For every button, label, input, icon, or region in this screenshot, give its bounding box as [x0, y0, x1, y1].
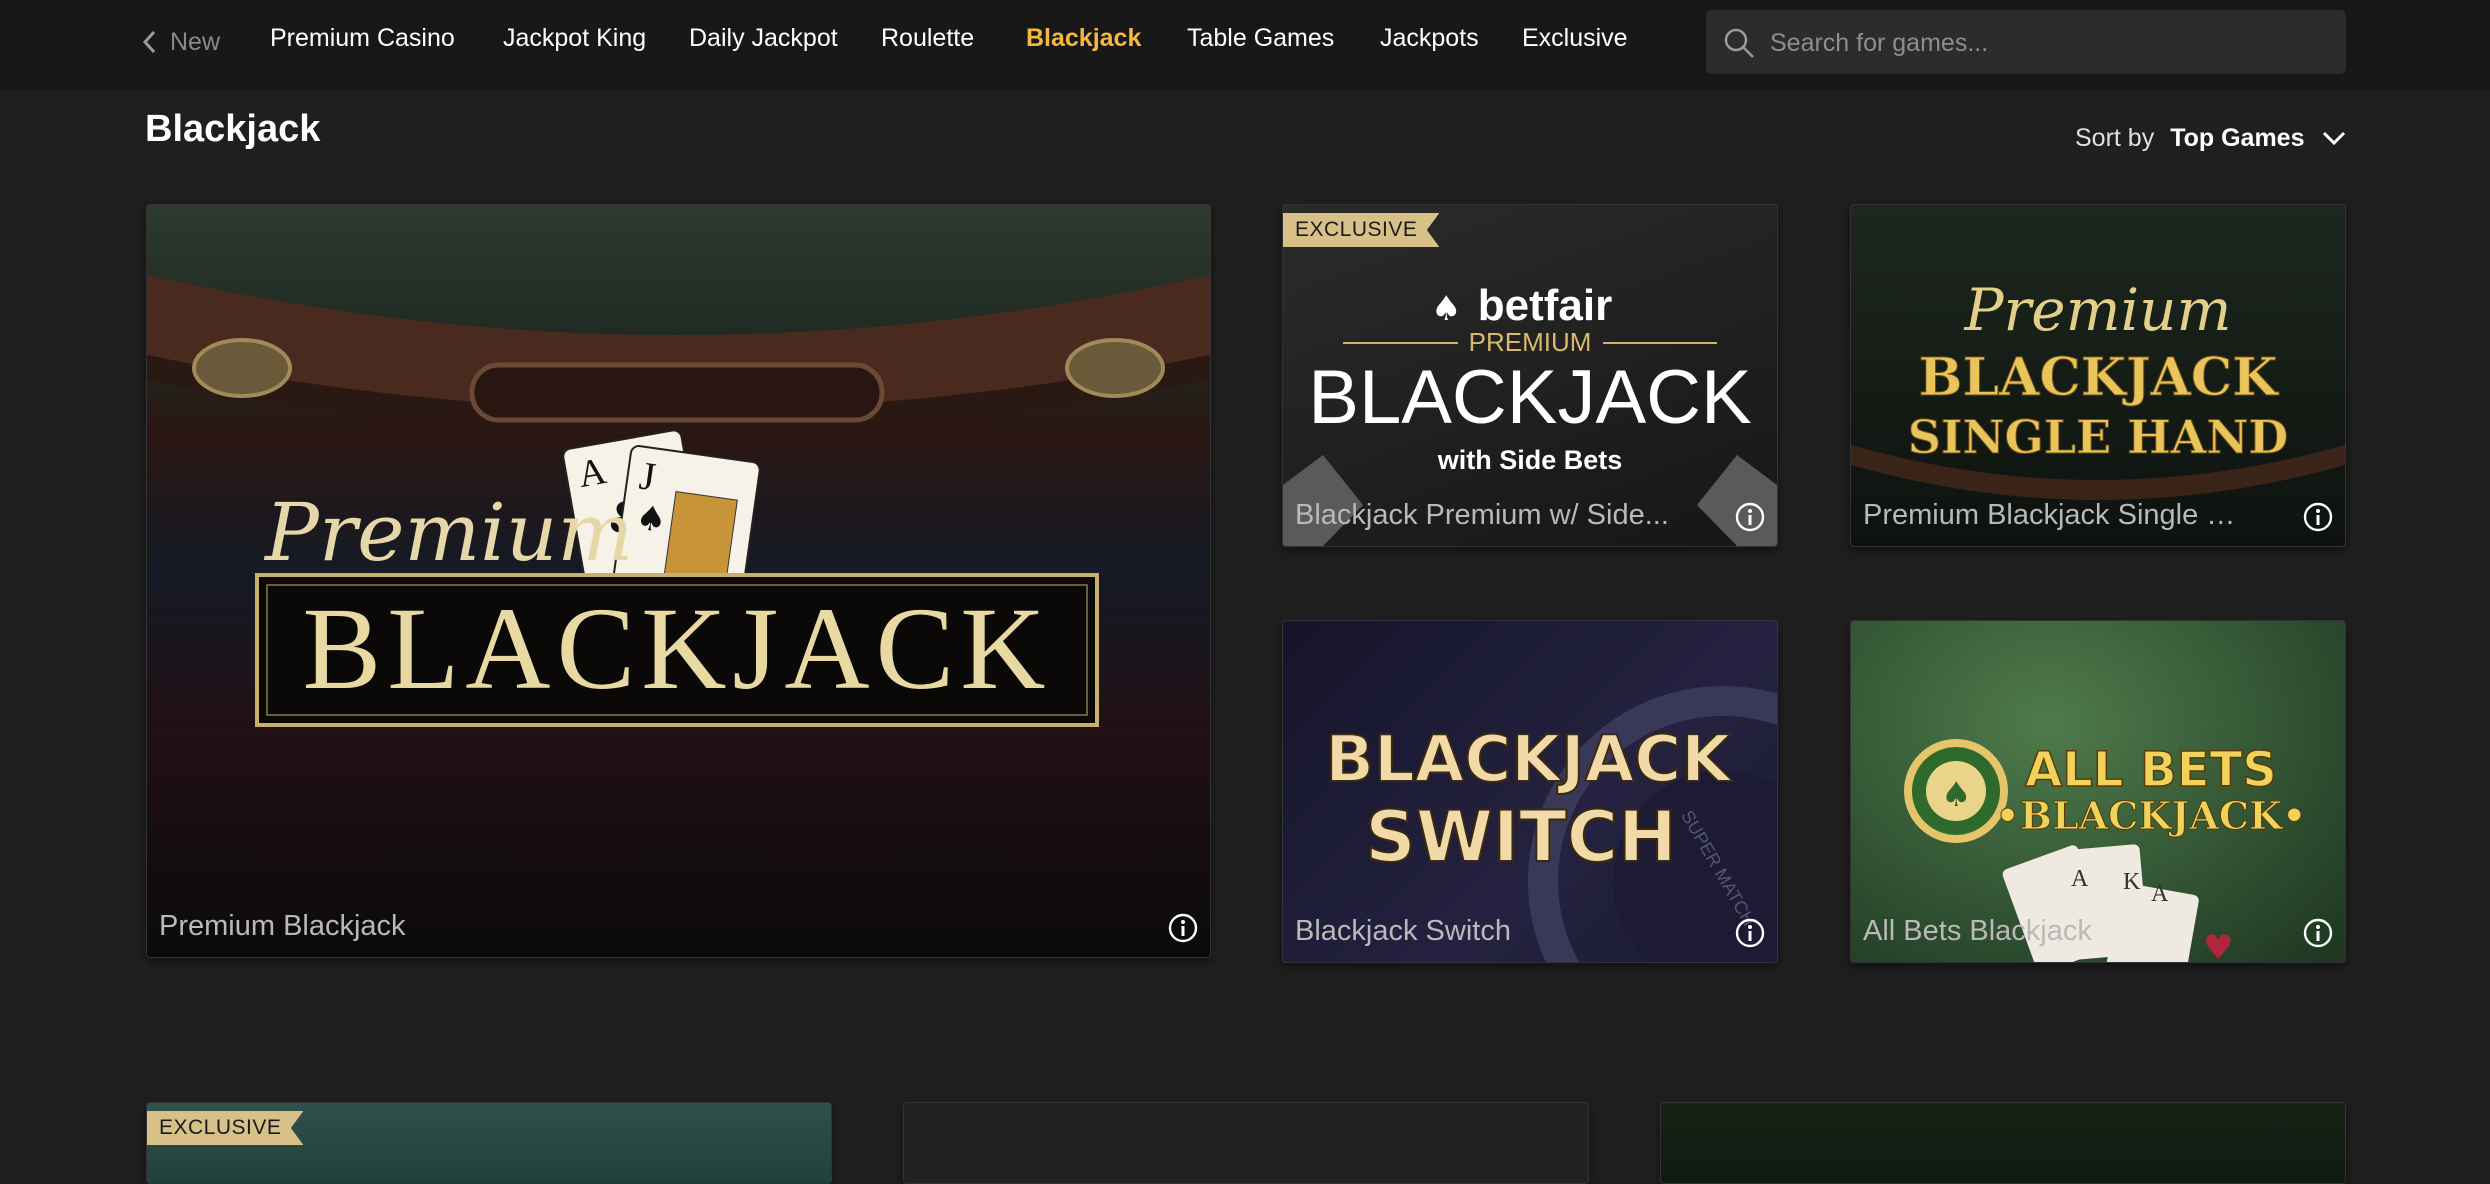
top-nav: New Premium Casino Jackpot King Daily Ja… [0, 0, 2490, 90]
game-artwork: Premium BLACKJACK SINGLE HAND [1851, 276, 2345, 500]
nav-item-blackjack[interactable]: Blackjack [1026, 24, 1141, 53]
chevron-left-icon [142, 30, 156, 54]
nav-item-premium-casino[interactable]: Premium Casino [270, 24, 455, 53]
svg-text:Premium: Premium [1964, 276, 2232, 344]
nav-item-exclusive[interactable]: Exclusive [1522, 24, 1628, 53]
nav-item-roulette[interactable]: Roulette [881, 24, 974, 53]
game-tile-blackjack-switch[interactable]: SUPER MATCH BLACKJACK SWITCH Blackjack S… [1282, 620, 1778, 963]
game-tile-row2-2[interactable] [903, 1102, 1589, 1184]
game-tile-all-bets-blackjack[interactable]: A K A ♥ ♠ ALL BETS •BLACKJACK• All Bets … [1850, 620, 2346, 963]
search-box [1706, 10, 2346, 76]
back-nav-button[interactable]: New [140, 22, 220, 62]
svg-text:♥: ♥ [2203, 928, 2233, 962]
sort-label: Sort by [2075, 123, 2155, 152]
svg-text:SINGLE HAND: SINGLE HAND [1908, 410, 2289, 464]
svg-text:betfair: betfair [1478, 281, 1612, 330]
svg-text:BLACKJACK: BLACKJACK [1325, 723, 1733, 797]
game-tile-premium-blackjack-single-hand[interactable]: Premium BLACKJACK SINGLE HAND Premium Bl… [1850, 204, 2346, 547]
game-tile-premium-blackjack[interactable]: A ♣ J ♠ Premium BLACKJACK Premium Blackj… [146, 204, 1211, 958]
svg-text:•BLACKJACK•: •BLACKJACK• [1996, 793, 2307, 838]
svg-text:♠: ♠ [633, 497, 669, 541]
back-nav-label: New [170, 27, 221, 56]
game-tile-blackjack-premium-side-bets[interactable]: ♠ betfair PREMIUM BLACKJACK with Side Be… [1282, 204, 1778, 547]
game-artwork: SUPER MATCH BLACKJACK SWITCH [1324, 686, 1777, 962]
svg-text:ALL BETS: ALL BETS [2025, 742, 2277, 798]
svg-text:♠: ♠ [1431, 289, 1461, 329]
svg-text:A: A [2151, 881, 2169, 907]
exclusive-badge: EXCLUSIVE [147, 1111, 304, 1145]
svg-text:K: K [2123, 869, 2141, 895]
game-title: Blackjack Premium w/ Side... [1295, 499, 1669, 531]
game-title: All Bets Blackjack [1863, 915, 2092, 947]
nav-item-daily-jackpot[interactable]: Daily Jackpot [689, 24, 838, 53]
svg-text:Premium: Premium [263, 486, 633, 579]
game-artwork: ♠ betfair PREMIUM BLACKJACK with Side Be… [1283, 281, 1777, 546]
game-artwork: A K A ♥ ♠ ALL BETS •BLACKJACK• [1904, 739, 2307, 962]
game-title: Premium Blackjack [159, 910, 406, 942]
svg-text:♠: ♠ [1941, 775, 1971, 815]
game-title: Blackjack Switch [1295, 915, 1511, 947]
svg-text:BLACKJACK: BLACKJACK [303, 583, 1052, 714]
svg-text:BLACKJACK: BLACKJACK [1308, 355, 1752, 440]
game-artwork: A ♣ J ♠ Premium BLACKJACK [147, 275, 1210, 727]
sort-dropdown[interactable]: Sort by Top Games [2075, 118, 2347, 158]
info-icon[interactable] [1735, 502, 1765, 532]
nav-item-jackpot-king[interactable]: Jackpot King [503, 24, 646, 53]
info-icon[interactable] [1168, 913, 1198, 943]
svg-text:PREMIUM: PREMIUM [1469, 327, 1592, 357]
svg-text:SWITCH: SWITCH [1365, 796, 1676, 878]
nav-item-jackpots[interactable]: Jackpots [1380, 24, 1479, 53]
info-icon[interactable] [1735, 918, 1765, 948]
svg-text:with Side Bets: with Side Bets [1437, 445, 1623, 475]
info-icon[interactable] [2303, 918, 2333, 948]
svg-text:A: A [2071, 866, 2089, 892]
search-icon [1724, 28, 1754, 58]
svg-text:BLACKJACK: BLACKJACK [1919, 347, 2280, 408]
game-tile-row2-1[interactable]: EXCLUSIVE [146, 1102, 832, 1184]
game-tile-row2-3[interactable] [1660, 1102, 2346, 1184]
search-input[interactable] [1768, 10, 2332, 76]
sort-value: Top Games [2170, 123, 2305, 152]
info-icon[interactable] [2303, 502, 2333, 532]
nav-item-table-games[interactable]: Table Games [1187, 24, 1334, 53]
game-title: Premium Blackjack Single H... [1863, 499, 2243, 531]
page-title: Blackjack [145, 108, 321, 150]
chevron-down-icon [2322, 131, 2345, 146]
exclusive-badge: EXCLUSIVE [1283, 213, 1440, 247]
